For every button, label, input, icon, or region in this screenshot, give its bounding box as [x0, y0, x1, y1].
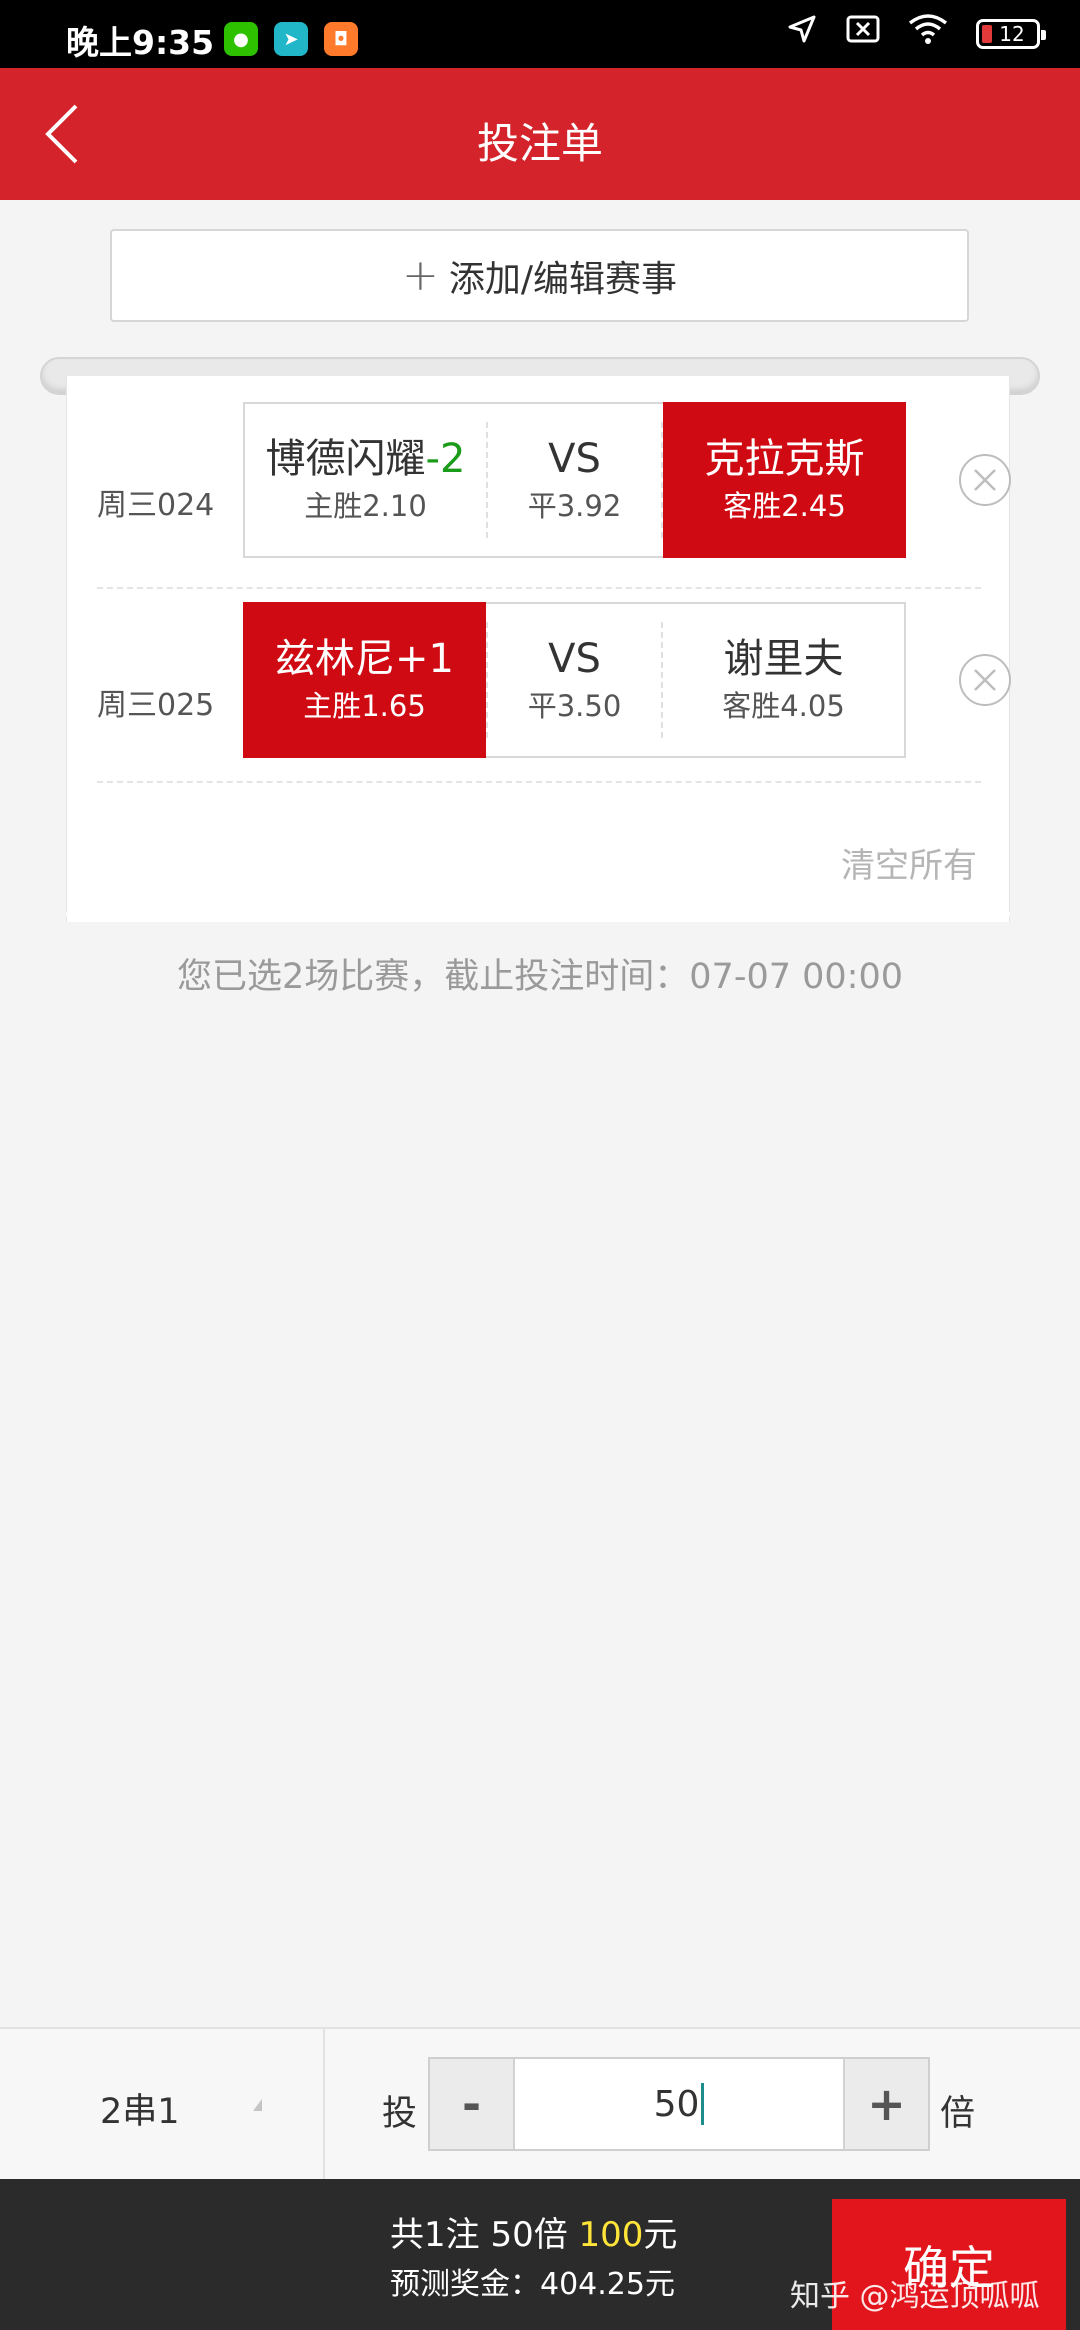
handicap: +1	[395, 636, 454, 682]
plus-icon: +	[401, 250, 439, 301]
total-amount: 100	[578, 2215, 644, 2255]
predicted-prize: 预测奖金：404.25元	[390, 2267, 675, 2302]
bet-summary: 共1注 50倍 100元	[390, 2207, 677, 2256]
away-win-option[interactable]: 克拉克斯 客胜2.45	[663, 402, 906, 558]
ticket-torn-edge	[66, 912, 1010, 928]
away-team-name: 谢里夫	[723, 636, 844, 682]
match-id: 周三024	[97, 488, 215, 523]
text-cursor	[701, 2083, 705, 2125]
add-edit-matches-button[interactable]: + 添加/编辑赛事	[110, 229, 969, 322]
multiplier-value: 50	[653, 2083, 700, 2125]
match-options: 兹林尼+1 主胜1.65 VS 平3.50 谢里夫 客胜4.05	[243, 602, 906, 758]
page-title: 投注单	[476, 119, 603, 168]
add-edit-matches-label: 添加/编辑赛事	[448, 258, 677, 300]
row-divider	[97, 781, 981, 783]
no-sim-icon	[846, 14, 880, 54]
shopping-app-icon: ◘	[324, 22, 358, 56]
home-team: 兹林尼+1	[275, 633, 454, 685]
home-odds: 主胜2.10	[304, 489, 427, 523]
footer-bar: 共1注 50倍 100元 预测奖金：404.25元 确定 知乎 @鸿运顶呱呱	[0, 2179, 1080, 2330]
pass-type-select[interactable]: 2串1	[0, 2029, 325, 2179]
amount-unit: 元	[643, 2215, 678, 2255]
close-icon	[974, 469, 996, 491]
away-odds: 客胜2.45	[723, 489, 846, 523]
multiplier-stepper: - 50 +	[428, 2057, 930, 2151]
location-arrow-icon	[786, 13, 818, 56]
bet-controls: 2串1 投 - 50 + 倍	[0, 2027, 1080, 2179]
bet-slip: 周三024 博德闪耀-2 主胜2.10 VS 平3.92 克拉克斯 客胜2.45…	[66, 376, 1011, 922]
draw-odds: 平3.92	[527, 489, 622, 523]
close-icon	[974, 669, 996, 691]
row-divider	[97, 587, 981, 589]
bet-label: 投	[382, 2094, 418, 2134]
vs-label: VS	[548, 436, 601, 482]
telegram-icon: ➤	[274, 22, 308, 56]
remove-match-button[interactable]	[959, 654, 1011, 706]
home-team: 博德闪耀-2	[266, 433, 466, 485]
multiplier-input[interactable]: 50	[515, 2059, 843, 2149]
draw-option[interactable]: VS 平3.50	[486, 604, 663, 756]
home-win-option[interactable]: 兹林尼+1 主胜1.65	[243, 602, 486, 758]
app-header: 投注单	[0, 68, 1080, 200]
clear-all-button[interactable]: 清空所有	[841, 838, 977, 887]
wifi-icon	[908, 13, 948, 56]
vs-label: VS	[548, 636, 601, 682]
pass-type-value: 2串1	[100, 2092, 180, 2132]
handicap: -2	[425, 436, 466, 482]
status-bar: 晚上9:35 ● ➤ ◘ 12	[0, 0, 1080, 68]
battery-level: 12	[999, 22, 1025, 46]
home-team-name: 兹林尼	[275, 636, 396, 682]
wechat-icon: ●	[224, 22, 258, 56]
draw-odds: 平3.50	[527, 689, 622, 723]
battery-icon: 12	[976, 19, 1046, 49]
away-team-name: 克拉克斯	[704, 436, 865, 482]
increase-button[interactable]: +	[843, 2059, 928, 2149]
dropdown-triangle-icon	[253, 2099, 262, 2111]
watermark: 知乎 @鸿运顶呱呱	[790, 2279, 1040, 2314]
remove-match-button[interactable]	[959, 454, 1011, 506]
away-odds: 客胜4.05	[722, 689, 845, 723]
home-odds: 主胜1.65	[303, 689, 426, 723]
match-row: 周三025 兹林尼+1 主胜1.65 VS 平3.50 谢里夫 客胜4.05	[97, 602, 1011, 802]
home-team-name: 博德闪耀	[265, 436, 426, 482]
draw-option[interactable]: VS 平3.92	[486, 404, 663, 556]
home-win-option[interactable]: 博德闪耀-2 主胜2.10	[245, 404, 486, 556]
summary-prefix: 共1注 50倍	[390, 2215, 579, 2255]
match-options: 博德闪耀-2 主胜2.10 VS 平3.92 克拉克斯 客胜2.45	[243, 402, 906, 558]
match-row: 周三024 博德闪耀-2 主胜2.10 VS 平3.92 克拉克斯 客胜2.45	[97, 402, 1011, 602]
times-label: 倍	[940, 2094, 976, 2134]
away-win-option[interactable]: 谢里夫 客胜4.05	[663, 604, 904, 756]
decrease-button[interactable]: -	[430, 2059, 515, 2149]
selection-info: 您已选2场比赛，截止投注时间：07-07 00:00	[177, 957, 903, 997]
match-id: 周三025	[97, 688, 215, 723]
status-time: 晚上9:35	[66, 23, 215, 62]
